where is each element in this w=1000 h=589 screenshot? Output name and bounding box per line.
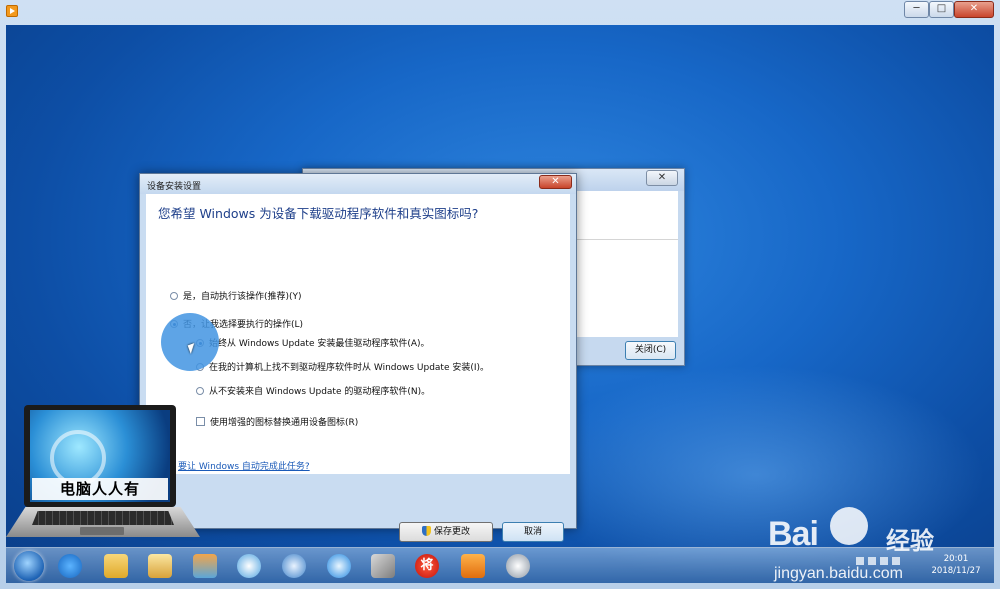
cursor-highlight (161, 313, 219, 371)
checkbox-enhanced-icons-label: 使用增强的图标替换通用设备图标(R) (210, 418, 359, 428)
sub-option-always-label: 始终从 Windows Update 安装最佳驱动程序软件(A)。 (209, 339, 430, 349)
laptop-label: 电脑人人有 (32, 478, 168, 500)
video-player-window: ─ □ ✕ ✕ 关闭(C) 设备安装设置 ✕ 您希望 Windows 为设备下载… (0, 0, 1000, 589)
sub-option-never[interactable]: 从不安装来自 Windows Update 的驱动程序软件(N)。 (196, 384, 430, 397)
tools-icon[interactable] (371, 554, 395, 578)
option-yes-label: 是，自动执行该操作(推荐)(Y) (183, 292, 302, 302)
laptop-display: 电脑人人有 (30, 410, 170, 502)
baidu-paw-icon (830, 507, 868, 545)
laptop-watermark-logo: 电脑人人有 (2, 405, 202, 548)
pinwheel-app-icon[interactable] (237, 554, 261, 578)
close-button[interactable]: ✕ (954, 1, 994, 18)
baidu-url: jingyan.baidu.com (774, 565, 903, 582)
sub-option-fallback-label: 在我的计算机上找不到驱动程序软件时从 Windows Update 安装(I)。 (209, 363, 490, 373)
internet-explorer-icon[interactable] (58, 554, 82, 578)
laptop-touchpad (80, 527, 124, 535)
background-dialog-close-icon[interactable]: ✕ (646, 170, 678, 186)
radio-yes[interactable] (170, 292, 178, 300)
save-changes-label: 保存更改 (433, 527, 470, 537)
browser-icon[interactable] (327, 554, 351, 578)
dialog-titlebar: 设备安装设置 ✕ (140, 174, 576, 194)
laptop-keyboard (32, 511, 174, 525)
option-yes[interactable]: 是，自动执行该操作(推荐)(Y) (170, 289, 302, 302)
dialog-question: 您希望 Windows 为设备下载驱动程序软件和真实图标吗? (158, 206, 479, 221)
uac-shield-icon (421, 526, 431, 536)
laptop-screen: 电脑人人有 (24, 405, 176, 507)
dialog-close-icon[interactable]: ✕ (539, 175, 572, 189)
sub-option-never-label: 从不安装来自 Windows Update 的驱动程序软件(N)。 (209, 387, 431, 397)
maximize-button[interactable]: □ (929, 1, 954, 18)
video-player-icon[interactable] (461, 554, 485, 578)
folder-icon[interactable] (104, 554, 128, 578)
file-explorer-icon[interactable] (148, 554, 172, 578)
ghost-app-icon[interactable] (506, 554, 530, 578)
baidu-jingyan-text: 经验 (886, 527, 934, 555)
checkbox-enhanced-icons[interactable]: 使用增强的图标替换通用设备图标(R) (196, 415, 358, 428)
player-titlebar: ─ □ ✕ (0, 0, 1000, 22)
start-button[interactable] (14, 551, 44, 581)
background-dialog-close-button[interactable]: 关闭(C) (625, 341, 676, 360)
baidu-jingyan-watermark: Bai 经验 jingyan.baidu.com (768, 507, 994, 583)
paint-icon[interactable] (193, 554, 217, 578)
sub-option-always[interactable]: 始终从 Windows Update 安装最佳驱动程序软件(A)。 (196, 336, 430, 349)
radio-never[interactable] (196, 387, 204, 395)
player-app-icon (6, 5, 18, 17)
dialog-title: 设备安装设置 (147, 182, 202, 192)
cancel-button[interactable]: 取消 (502, 522, 564, 542)
save-changes-button[interactable]: 保存更改 (399, 522, 493, 542)
baidu-logo-text: Bai (768, 515, 819, 553)
media-disc-icon[interactable] (282, 554, 306, 578)
sub-option-fallback[interactable]: 在我的计算机上找不到驱动程序软件时从 Windows Update 安装(I)。 (196, 360, 489, 373)
minimize-button[interactable]: ─ (904, 1, 929, 18)
chess-app-icon[interactable]: 将 (415, 554, 439, 578)
